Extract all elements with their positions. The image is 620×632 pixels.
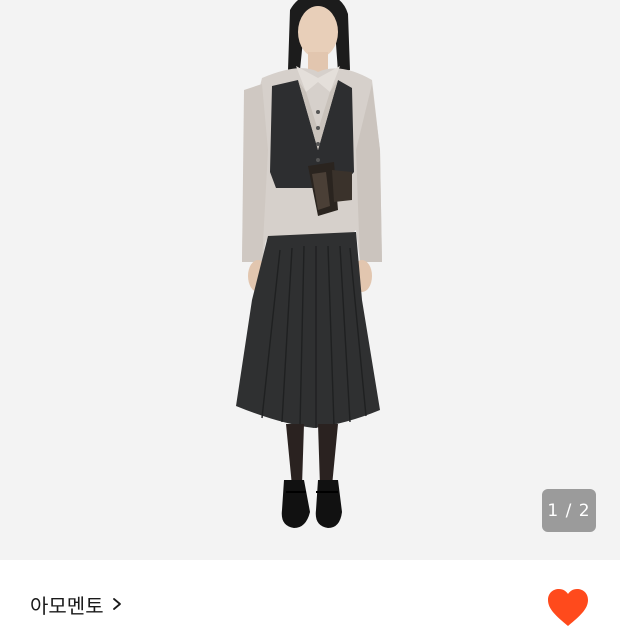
wishlist-button[interactable] [546, 588, 590, 628]
chevron-right-icon [112, 598, 121, 610]
product-image-gallery[interactable]: 1 / 2 [0, 0, 620, 560]
product-photo [0, 0, 620, 560]
brand-name: 아모멘토 [30, 593, 104, 618]
image-page-counter: 1 / 2 [542, 489, 596, 532]
brand-link[interactable]: 아모멘토 [30, 590, 124, 618]
heart-icon [548, 589, 588, 626]
